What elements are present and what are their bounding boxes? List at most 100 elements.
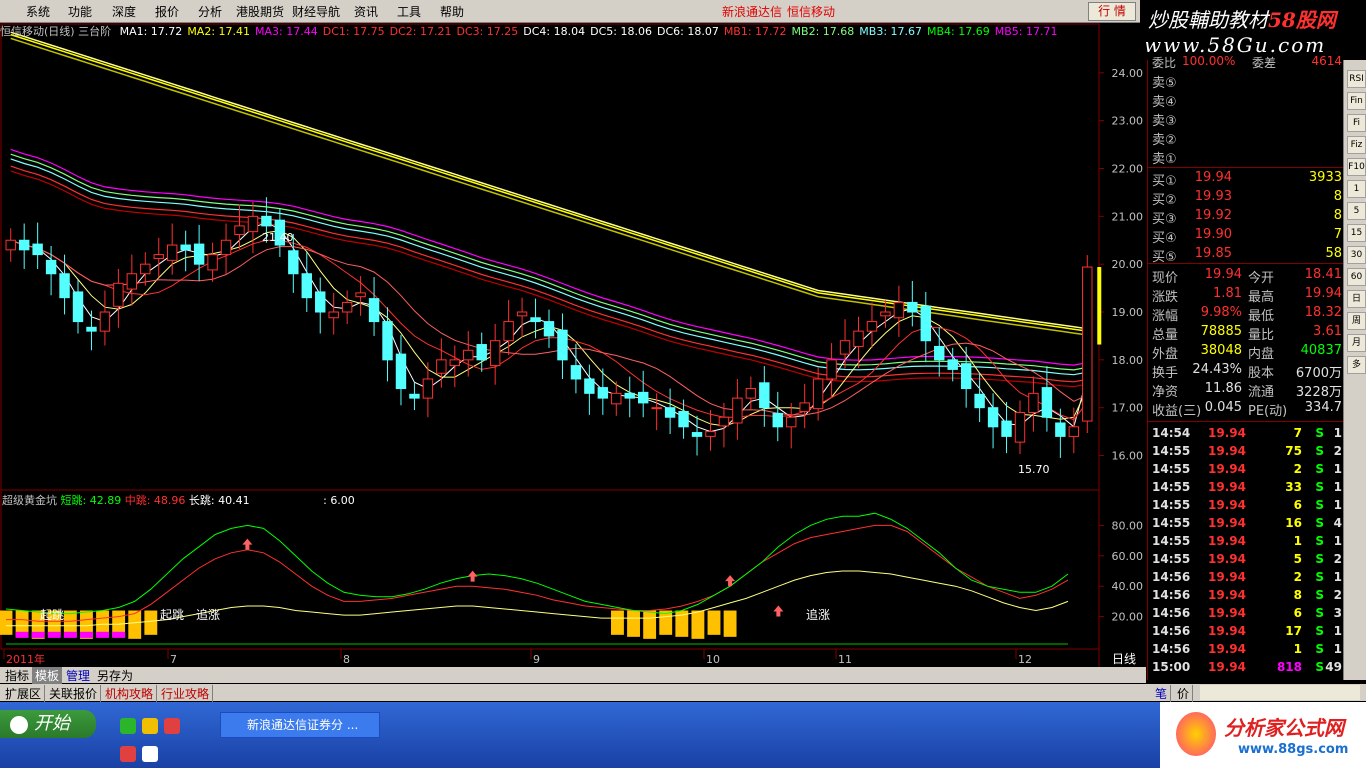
- price-tick-label: 24.00: [1112, 67, 1144, 80]
- tab-indicator[interactable]: 指标: [2, 667, 32, 684]
- stat-row: 外盘 38048 内盘 40837: [1152, 343, 1342, 362]
- candle-body: [99, 311, 111, 332]
- stat-row: 总量 78885 量比 3.61: [1152, 324, 1342, 343]
- side-button[interactable]: 5: [1347, 202, 1366, 220]
- stat-label: 总量: [1152, 328, 1179, 343]
- buy-row[interactable]: 买③ 19.92 8: [1152, 208, 1342, 227]
- quote-button[interactable]: 行 情: [1088, 2, 1136, 21]
- tab-save-as[interactable]: 另存为: [94, 667, 136, 684]
- menu-system[interactable]: 系统: [26, 3, 50, 20]
- stat-value: 19.94: [1204, 267, 1242, 282]
- tick-time: 14:56: [1152, 570, 1191, 584]
- tab-template[interactable]: 模板: [32, 667, 63, 684]
- sell-row[interactable]: 卖⑤: [1152, 72, 1342, 91]
- month-label: 9: [533, 653, 540, 666]
- ind-tick-label: 40.00: [1112, 580, 1144, 593]
- side-button[interactable]: Fi: [1347, 114, 1366, 132]
- menu-analysis[interactable]: 分析: [198, 3, 222, 20]
- menu-tools[interactable]: 工具: [397, 3, 421, 20]
- tab-manage[interactable]: 管理: [63, 667, 93, 684]
- side-button[interactable]: 60: [1347, 268, 1366, 286]
- sina-icon[interactable]: [120, 746, 136, 762]
- tab-bi[interactable]: 笔: [1152, 685, 1172, 702]
- pit-bar-magenta: [15, 631, 29, 638]
- buy-row[interactable]: 买② 19.93 8: [1152, 189, 1342, 208]
- candle-body: [368, 298, 380, 323]
- tick-time: 14:55: [1152, 534, 1191, 548]
- browser-icon[interactable]: [120, 718, 136, 734]
- candle-body: [718, 416, 730, 427]
- tick-time: 14:55: [1152, 462, 1191, 476]
- tab-ext[interactable]: 扩展区: [2, 685, 46, 702]
- menu-hk-futures[interactable]: 港股期货: [236, 3, 284, 20]
- side-button[interactable]: RSI: [1347, 70, 1366, 88]
- side-button[interactable]: 周: [1347, 312, 1366, 330]
- candle-body: [759, 382, 770, 409]
- tick-count: 2: [1333, 588, 1342, 602]
- candle-body: [18, 239, 30, 251]
- side-button[interactable]: Fin: [1347, 92, 1366, 110]
- sell-row[interactable]: 卖④: [1152, 91, 1342, 110]
- header-indicator: MA2: 17.41: [187, 25, 251, 38]
- ind-label-2: 起跳: [160, 608, 185, 622]
- ie-icon[interactable]: [142, 718, 158, 734]
- tab-related[interactable]: 关联报价: [46, 685, 102, 702]
- windows-logo-icon: [10, 716, 28, 734]
- tick-time: 14:55: [1152, 444, 1191, 458]
- side-button[interactable]: 多: [1347, 356, 1366, 374]
- tab-jia[interactable]: 价: [1174, 685, 1194, 702]
- menu-function[interactable]: 功能: [68, 3, 92, 20]
- tick-price: 19.94: [1208, 516, 1246, 530]
- ind-tick-label: 60.00: [1112, 550, 1144, 563]
- menu-news[interactable]: 资讯: [354, 3, 378, 20]
- buy-row[interactable]: 买① 19.94 3933: [1152, 170, 1342, 189]
- main-chart[interactable]: 16.00 17.00 18.00 19.00 20.00 21.00 22.00 23.00…: [0, 23, 1146, 667]
- header-indicator: MB3: 17.67: [859, 25, 923, 38]
- period-label[interactable]: 日线: [1112, 650, 1136, 667]
- stat-row: 收益(三) 0.045 PE(动) 334.7: [1152, 400, 1342, 419]
- tick-side: S: [1315, 588, 1324, 602]
- tick-price: 19.94: [1208, 660, 1246, 674]
- side-button[interactable]: 月: [1347, 334, 1366, 352]
- menu-quote[interactable]: 报价: [155, 3, 179, 20]
- buy-row[interactable]: 买⑤ 19.85 58: [1152, 246, 1342, 265]
- help-icon[interactable]: [142, 746, 158, 762]
- stat-label2: 最低: [1248, 309, 1275, 324]
- side-button[interactable]: 1: [1347, 180, 1366, 198]
- candle-body: [59, 273, 70, 299]
- side-button[interactable]: 日: [1347, 290, 1366, 308]
- sell-row[interactable]: 卖②: [1152, 129, 1342, 148]
- candle-body: [503, 321, 514, 342]
- side-button[interactable]: 15: [1347, 224, 1366, 242]
- app-icon[interactable]: [164, 718, 180, 734]
- buy-vol: 3933: [1308, 170, 1342, 185]
- tick-price: 19.94: [1208, 570, 1246, 584]
- tab-institution[interactable]: 机构攻略: [102, 685, 158, 702]
- pit-bar: [691, 610, 705, 639]
- ime-toolbar[interactable]: [1200, 685, 1360, 700]
- tick-row: 14:56 19.94 1 S 1: [1152, 642, 1342, 660]
- tick-row: 14:55 19.94 6 S 1: [1152, 498, 1342, 516]
- sell-row[interactable]: 卖①: [1152, 148, 1342, 167]
- high-annotation: 21.40: [262, 231, 294, 244]
- sell-row[interactable]: 卖③: [1152, 110, 1342, 129]
- candle-body: [934, 345, 945, 361]
- candle-body: [880, 311, 891, 317]
- tab-industry[interactable]: 行业攻略: [158, 685, 214, 702]
- menu-help[interactable]: 帮助: [440, 3, 464, 20]
- buy-row[interactable]: 买④ 19.90 7: [1152, 227, 1342, 246]
- candle-body: [732, 397, 743, 424]
- tick-count: 1: [1333, 426, 1342, 440]
- side-button[interactable]: Fiz: [1347, 136, 1366, 154]
- tick-side: S: [1315, 660, 1324, 674]
- menu-depth[interactable]: 深度: [112, 3, 136, 20]
- tick-side: S: [1315, 426, 1324, 440]
- side-button[interactable]: F10: [1347, 158, 1366, 176]
- side-button[interactable]: 30: [1347, 246, 1366, 264]
- candle-body: [32, 243, 43, 256]
- price-tick-label: 17.00: [1112, 402, 1144, 415]
- taskbar-item[interactable]: 新浪通达信证券分 ...: [220, 712, 380, 738]
- tick-price: 19.94: [1208, 480, 1246, 494]
- menu-finance-nav[interactable]: 财经导航: [292, 3, 340, 20]
- tick-count: 1: [1333, 462, 1342, 476]
